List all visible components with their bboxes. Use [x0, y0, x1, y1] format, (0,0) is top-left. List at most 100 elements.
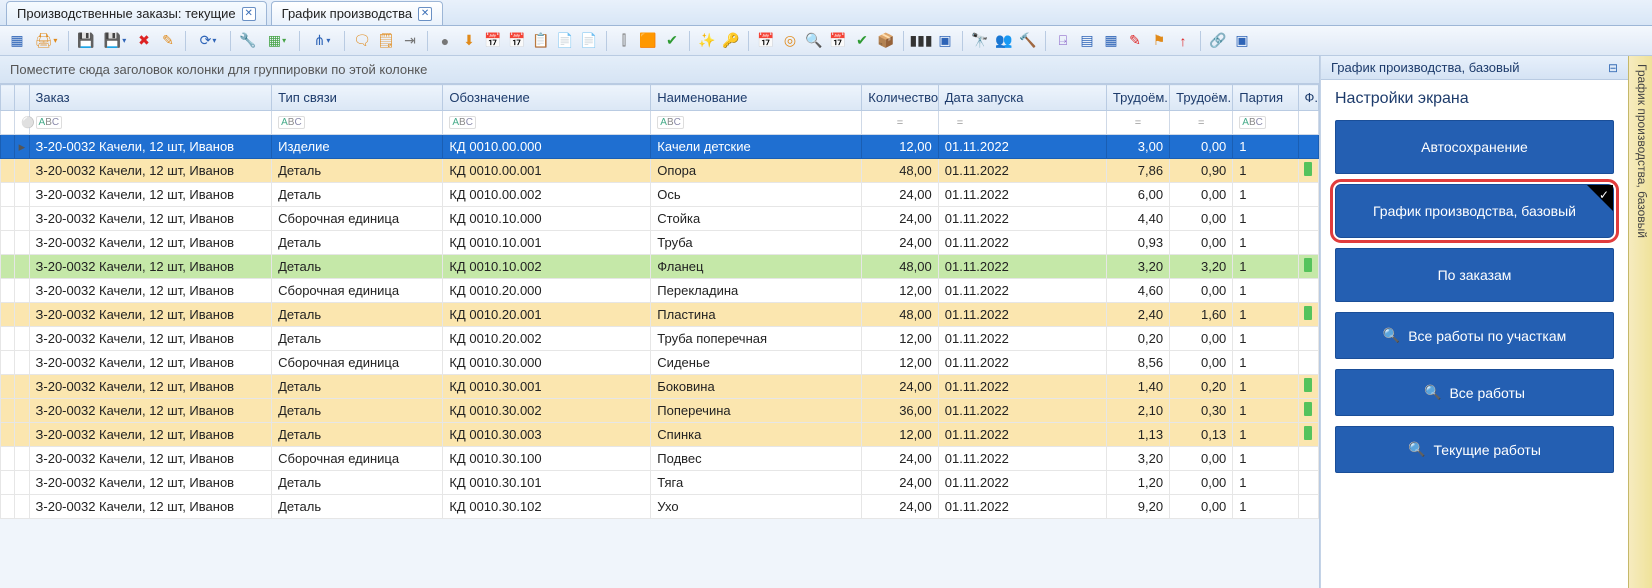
filter-qty[interactable]: = [862, 111, 938, 135]
selector-col[interactable] [15, 85, 29, 111]
check-icon[interactable]: ✔ [661, 30, 683, 52]
col-qty[interactable]: Количество [862, 85, 938, 111]
barcode-icon[interactable]: ▮▮▮ [910, 30, 932, 52]
expander-cell[interactable] [1, 159, 15, 183]
grid-icon[interactable]: ▦ [1100, 30, 1122, 52]
table-row[interactable]: З-20-0032 Качели, 12 шт, ИвановДетальКД … [1, 159, 1319, 183]
window-icon[interactable]: ▣ [934, 30, 956, 52]
filter-link[interactable]: B [272, 111, 443, 135]
table-row[interactable]: З-20-0032 Качели, 12 шт, ИвановДетальКД … [1, 423, 1319, 447]
btn-by-orders[interactable]: По заказам [1335, 248, 1614, 302]
expander-cell[interactable] [1, 447, 15, 471]
table-row[interactable]: З-20-0032 Качели, 12 шт, ИвановДетальКД … [1, 375, 1319, 399]
col-flag[interactable]: Ф... [1298, 85, 1318, 111]
hierarchy-icon[interactable]: ⍈ [1052, 30, 1074, 52]
key-icon[interactable]: 🔑 [720, 30, 742, 52]
save-icon[interactable]: 💾 [75, 30, 97, 52]
filter-date[interactable]: = [938, 111, 1106, 135]
btn-all-works[interactable]: 🔍 Все работы [1335, 369, 1614, 416]
note-icon[interactable]: 🗨 [351, 30, 373, 52]
panel-icon[interactable]: ▣ [1231, 30, 1253, 52]
brush-icon[interactable]: ✎ [157, 30, 179, 52]
refresh-icon[interactable]: ⟳▾ [192, 30, 224, 52]
filter-l1[interactable]: = [1106, 111, 1169, 135]
close-icon[interactable]: ✕ [418, 7, 432, 21]
close-icon[interactable]: ✕ [242, 7, 256, 21]
doc-icon[interactable]: 📄 [554, 30, 576, 52]
col-batch[interactable]: Партия [1233, 85, 1298, 111]
calendar-1-icon[interactable]: 📅 [482, 30, 504, 52]
notes-icon[interactable]: 🗒 [375, 30, 397, 52]
expander-cell[interactable] [1, 495, 15, 519]
approve-icon[interactable]: ✔ [851, 30, 873, 52]
col-designation[interactable]: Обозначение [443, 85, 651, 111]
col-link-type[interactable]: Тип связи [272, 85, 443, 111]
filter-order[interactable]: B [29, 111, 272, 135]
expander-cell[interactable] [1, 135, 15, 159]
calendar-2-icon[interactable]: 📅 [506, 30, 528, 52]
table-row[interactable]: З-20-0032 Качели, 12 шт, ИвановДетальКД … [1, 303, 1319, 327]
record-icon[interactable]: ● [434, 30, 456, 52]
col-labor1[interactable]: Трудоём... [1106, 85, 1169, 111]
delete-icon[interactable]: ✖ [133, 30, 155, 52]
wrench-icon[interactable]: 🔧 [237, 30, 259, 52]
expander-cell[interactable] [1, 279, 15, 303]
table-row[interactable]: З-20-0032 Качели, 12 шт, ИвановДетальКД … [1, 327, 1319, 351]
btn-current-works[interactable]: 🔍 Текущие работы [1335, 426, 1614, 473]
expander-col[interactable] [1, 85, 15, 111]
filter-l2[interactable]: = [1170, 111, 1233, 135]
hammer-icon[interactable]: 🔨 [1017, 30, 1039, 52]
filter-des[interactable]: B [443, 111, 651, 135]
search-icon[interactable]: 🔍 [803, 30, 825, 52]
pin-icon[interactable]: ⊟ [1608, 61, 1618, 75]
filter-name[interactable]: B [651, 111, 862, 135]
group-by-panel[interactable]: Поместите сюда заголовок колонки для гру… [0, 56, 1319, 84]
calendar-red-icon[interactable]: 📅 [827, 30, 849, 52]
btn-all-works-areas[interactable]: 🔍 Все работы по участкам [1335, 312, 1614, 359]
goto-end-icon[interactable]: ⇥ [399, 30, 421, 52]
table-row[interactable]: З-20-0032 Качели, 12 шт, ИвановДетальКД … [1, 231, 1319, 255]
tab-production-orders[interactable]: Производственные заказы: текущие ✕ [6, 1, 267, 25]
share-icon[interactable]: ⋔▾ [306, 30, 338, 52]
table-row[interactable]: З-20-0032 Качели, 12 шт, ИвановСборочная… [1, 351, 1319, 375]
calendar-alert-icon[interactable]: 📅 [755, 30, 777, 52]
expander-cell[interactable] [1, 303, 15, 327]
flag-icon[interactable]: ⚑ [1148, 30, 1170, 52]
new-icon[interactable]: ▦ [6, 30, 28, 52]
col-name[interactable]: Наименование [651, 85, 862, 111]
form-icon[interactable]: ▤ [1076, 30, 1098, 52]
archive-icon[interactable]: 📦 [875, 30, 897, 52]
magic-icon[interactable]: ✨ [696, 30, 718, 52]
collapsed-side-tab[interactable]: График производства, базовый [1628, 56, 1652, 588]
expander-cell[interactable] [1, 471, 15, 495]
doc2-icon[interactable]: 📄 [578, 30, 600, 52]
expander-cell[interactable] [1, 351, 15, 375]
table-row[interactable]: З-20-0032 Качели, 12 шт, ИвановСборочная… [1, 447, 1319, 471]
btn-schedule-base[interactable]: График производства, базовый ✓ [1335, 184, 1614, 238]
expander-cell[interactable] [1, 207, 15, 231]
excel-export-icon[interactable]: ▦▾ [261, 30, 293, 52]
table-row[interactable]: З-20-0032 Качели, 12 шт, ИвановСборочная… [1, 279, 1319, 303]
table-row[interactable]: З-20-0032 Качели, 12 шт, ИвановДетальКД … [1, 495, 1319, 519]
expander-cell[interactable] [1, 255, 15, 279]
tree-icon[interactable]: 🟧 [637, 30, 659, 52]
col-labor2[interactable]: Трудоём... [1170, 85, 1233, 111]
expander-cell[interactable] [1, 183, 15, 207]
save-dropdown-icon[interactable]: 💾▾ [99, 30, 131, 52]
users-icon[interactable]: 👥 [993, 30, 1015, 52]
filter-batch[interactable]: B [1233, 111, 1298, 135]
tab-production-schedule[interactable]: График производства ✕ [271, 1, 443, 25]
expander-cell[interactable] [1, 375, 15, 399]
table-row[interactable]: З-20-0032 Качели, 12 шт, ИвановИзделиеКД… [1, 135, 1319, 159]
download-icon[interactable]: ⬇ [458, 30, 480, 52]
print-icon[interactable]: 🖨▾ [30, 30, 62, 52]
table-row[interactable]: З-20-0032 Качели, 12 шт, ИвановСборочная… [1, 207, 1319, 231]
table-row[interactable]: З-20-0032 Качели, 12 шт, ИвановДетальКД … [1, 183, 1319, 207]
filter-icon[interactable]: ⫿ [613, 30, 635, 52]
table-row[interactable]: З-20-0032 Качели, 12 шт, ИвановДетальКД … [1, 255, 1319, 279]
expander-cell[interactable] [1, 423, 15, 447]
filter-flag[interactable] [1298, 111, 1318, 135]
arrow-up-icon[interactable]: ↑ [1172, 30, 1194, 52]
edit-pen-icon[interactable]: ✎ [1124, 30, 1146, 52]
copy-icon[interactable]: 📋 [530, 30, 552, 52]
